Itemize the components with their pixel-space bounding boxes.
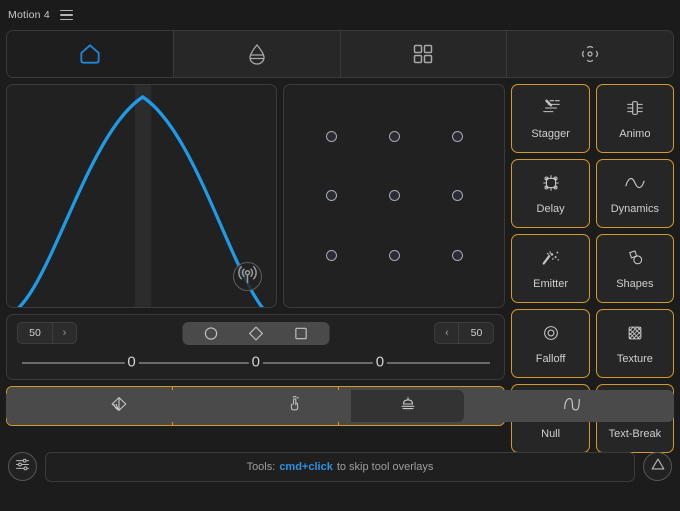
touch-icon (285, 394, 305, 419)
shape-selector (182, 321, 330, 345)
grid-icon (412, 43, 434, 65)
anchor-point-middle-right[interactable] (451, 190, 463, 202)
slider-1-handle[interactable]: 0 (124, 354, 139, 370)
status-shortcut: cmd+click (279, 460, 333, 473)
crosshatch-icon (624, 323, 646, 348)
tool-shapes[interactable]: Shapes (595, 234, 674, 303)
animo-icon (624, 98, 646, 123)
tool-delay-label: Delay (536, 202, 565, 215)
bottom-button-curve[interactable] (470, 390, 674, 422)
left-column: 50 › ‹ 50 0 0 0 (6, 84, 506, 426)
anchor-point-top-right[interactable] (451, 131, 463, 143)
controls-panel: 50 › ‹ 50 0 0 0 (6, 314, 506, 380)
controls-top-row: 50 › ‹ 50 (17, 321, 495, 345)
tab-transform[interactable] (507, 31, 673, 77)
tab-home[interactable] (7, 31, 174, 77)
anchor-point-middle-center[interactable] (388, 190, 400, 202)
shape-diamond-button[interactable] (233, 325, 278, 341)
tab-bar (6, 30, 674, 78)
window-title: Motion 4 (8, 9, 50, 21)
main-area: 50 › ‹ 50 0 0 0 Stagger Animo Delay Dyna… (0, 84, 680, 453)
status-message: Tools: cmd+click to skip tool overlays (45, 451, 635, 482)
right-stepper-value[interactable]: 50 (459, 323, 493, 343)
tool-texture-label: Texture (616, 352, 653, 365)
hamburger-icon[interactable] (59, 9, 73, 21)
home-icon (77, 41, 103, 67)
right-stepper[interactable]: ‹ 50 (434, 322, 495, 344)
tool-animo[interactable]: Animo (595, 84, 674, 153)
title-bar: Motion 4 (0, 0, 680, 30)
wave-icon (623, 173, 647, 198)
shape-square-button[interactable] (278, 326, 323, 341)
stack-icon (397, 394, 419, 419)
bottom-button-fan[interactable] (6, 390, 232, 422)
left-stepper-value[interactable]: 50 (18, 323, 52, 343)
anchor-point-bottom-left[interactable] (326, 249, 338, 261)
delay-icon (540, 173, 562, 198)
anchor-point-middle-left[interactable] (326, 190, 338, 202)
tool-emitter-label: Emitter (533, 277, 569, 290)
bottom-button-stack[interactable] (351, 390, 464, 422)
anchor-point-grid[interactable] (283, 84, 506, 308)
curve-icon (560, 394, 584, 419)
tool-falloff[interactable]: Falloff (511, 309, 590, 378)
target-icon (540, 323, 562, 348)
stagger-icon (540, 98, 562, 123)
tab-droplet[interactable] (173, 31, 341, 77)
status-bar: Tools: cmd+click to skip tool overlays (0, 424, 680, 511)
bottom-button-touch[interactable] (238, 390, 351, 422)
triangle-icon (649, 455, 667, 478)
triangle-button[interactable] (643, 452, 672, 481)
tool-shapes-label: Shapes (616, 277, 654, 290)
tool-stagger[interactable]: Stagger (511, 84, 590, 153)
sliders-icon (14, 456, 31, 478)
motion-app-window: Motion 4 50 › ‹ 50 0 0 0 Stagger Animo D… (0, 0, 680, 511)
tool-animo-label: Animo (619, 127, 651, 140)
chevron-left-icon[interactable]: ‹ (435, 323, 460, 343)
tool-delay[interactable]: Delay (511, 159, 590, 228)
tool-dynamics[interactable]: Dynamics (595, 159, 674, 228)
shapes-icon (624, 248, 646, 273)
tool-falloff-label: Falloff (535, 352, 566, 365)
curve-editor-panel[interactable] (6, 84, 278, 308)
anchor-point-bottom-right[interactable] (451, 249, 463, 261)
tool-emitter[interactable]: Emitter (511, 234, 590, 303)
settings-button[interactable] (8, 452, 37, 481)
tool-stagger-label: Stagger (531, 127, 570, 140)
anchor-point-top-center[interactable] (388, 131, 400, 143)
chevron-right-icon[interactable]: › (52, 323, 76, 343)
anchor-point-top-left[interactable] (326, 131, 338, 143)
panels-row (6, 84, 506, 308)
droplet-icon (246, 42, 268, 66)
tab-grid[interactable] (340, 31, 508, 77)
move-icon (578, 42, 602, 66)
tool-texture[interactable]: Texture (595, 309, 674, 378)
bottom-toolbar (0, 384, 680, 424)
bottom-button-group (238, 390, 464, 422)
broadcast-badge[interactable] (233, 262, 263, 291)
fan-icon (108, 394, 130, 419)
tool-dynamics-label: Dynamics (610, 202, 660, 215)
anchor-point-bottom-center[interactable] (388, 249, 400, 261)
shape-circle-button[interactable] (188, 326, 233, 341)
slider-row: 0 0 0 (17, 349, 494, 375)
slider-3-handle[interactable]: 0 (372, 354, 388, 370)
status-suffix: to skip tool overlays (336, 460, 434, 473)
left-stepper[interactable]: 50 › (17, 322, 77, 344)
sparkle-icon (540, 248, 562, 273)
tool-grid: Stagger Animo Delay Dynamics Emitter Sha… (511, 84, 674, 453)
status-prefix: Tools: (246, 460, 276, 473)
slider-2-handle[interactable]: 0 (248, 354, 263, 370)
